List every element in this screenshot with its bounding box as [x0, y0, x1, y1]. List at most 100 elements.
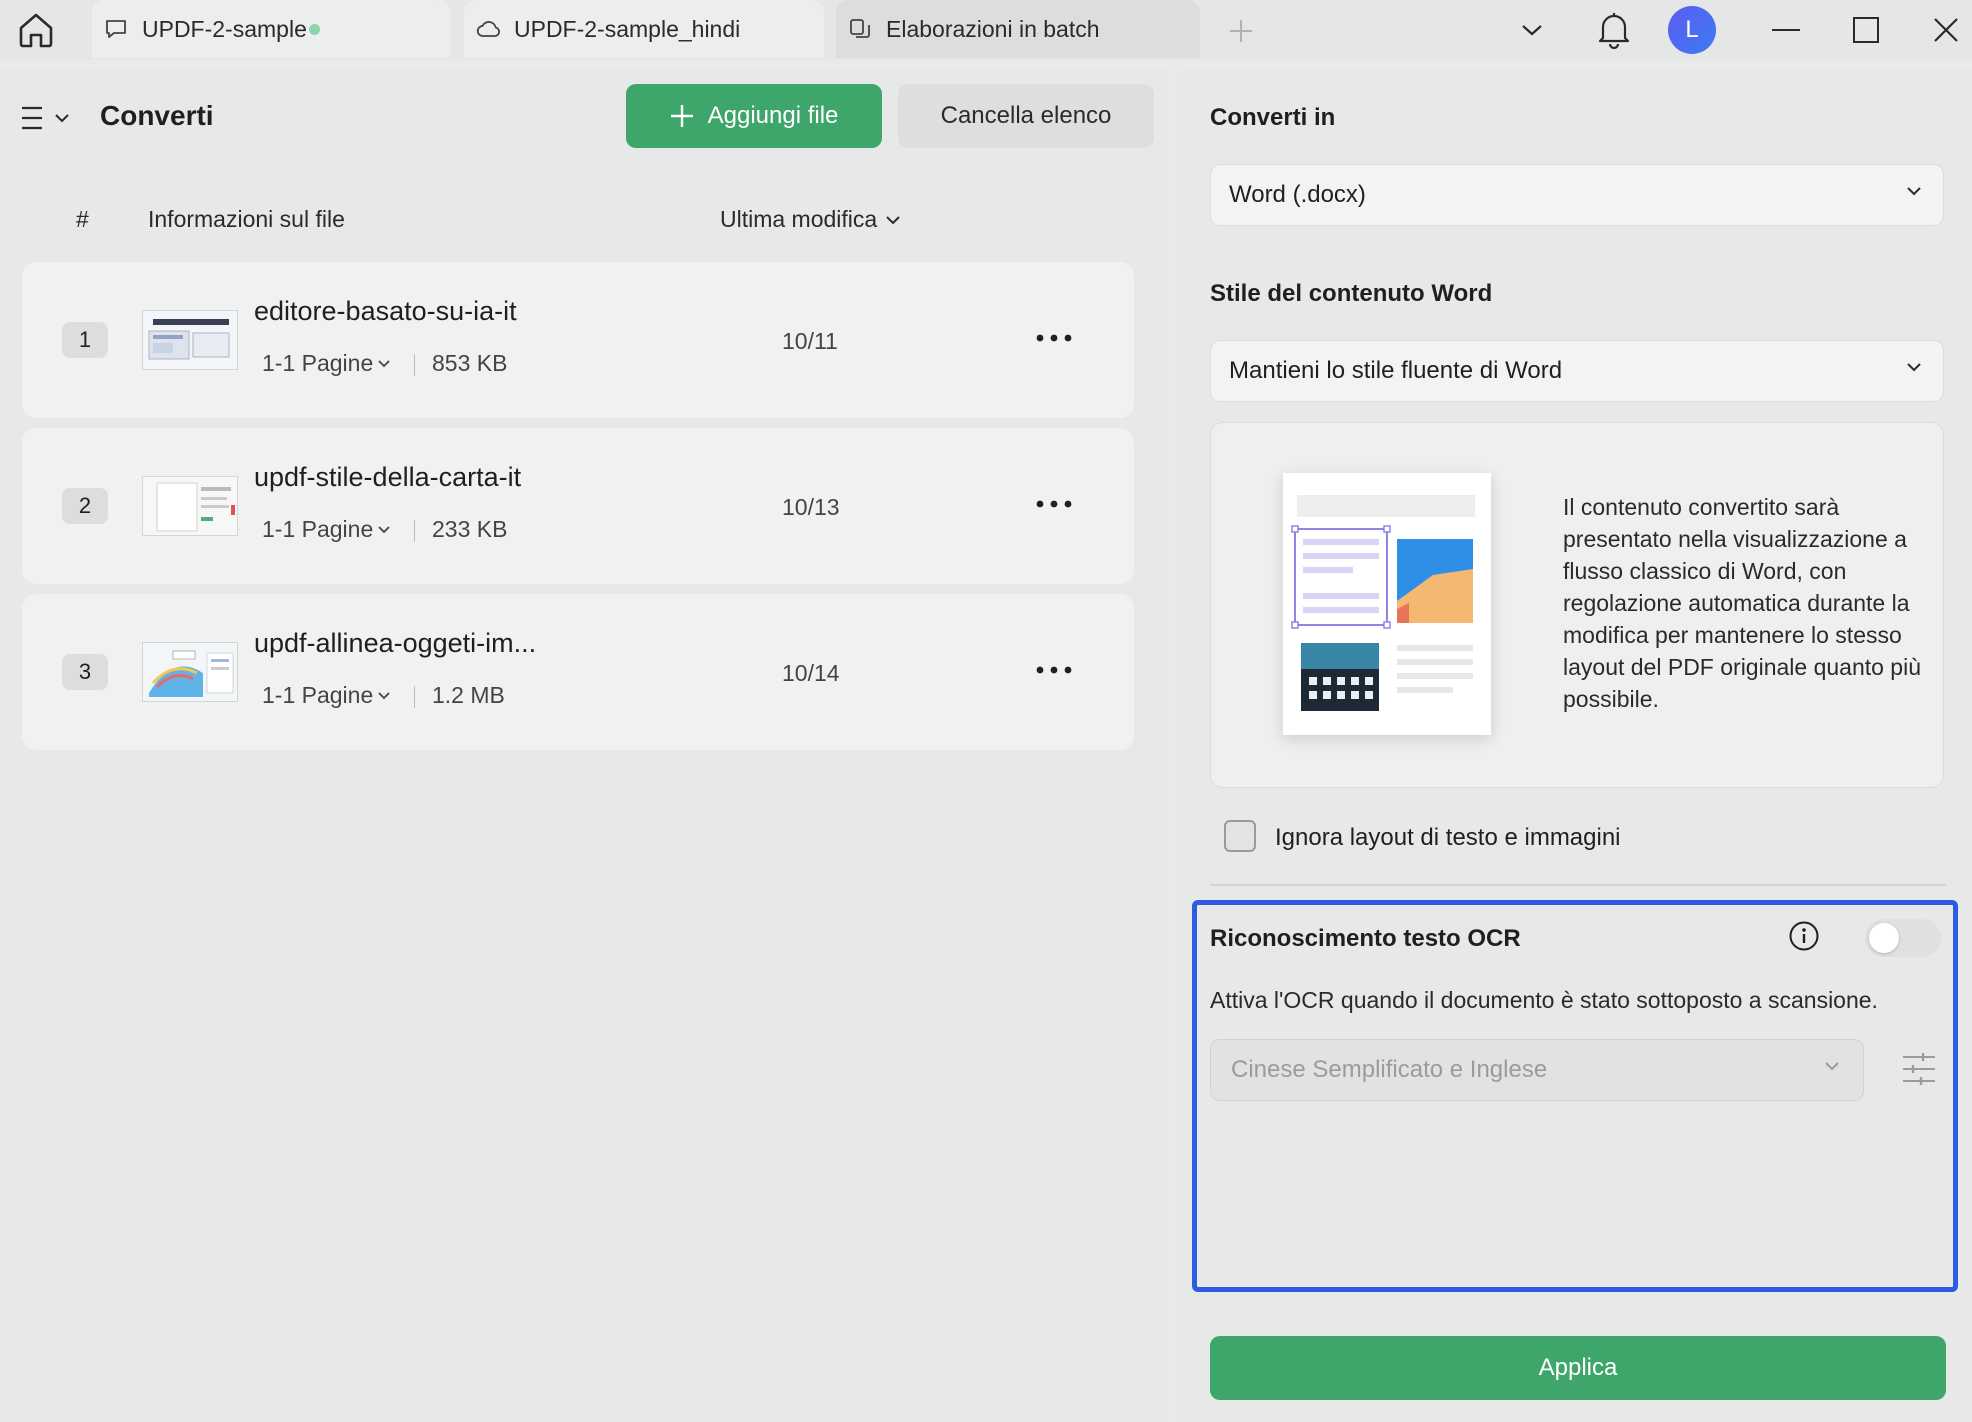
- more-horizontal-icon: [1036, 334, 1072, 342]
- more-horizontal-icon: [1036, 500, 1072, 508]
- page-range-dropdown[interactable]: 1-1 Pagine: [262, 682, 391, 709]
- page-range-dropdown[interactable]: 1-1 Pagine: [262, 350, 391, 377]
- word-style-select[interactable]: Mantieni lo stile fluente di Word: [1210, 340, 1944, 402]
- document-preview-illustration: [1283, 473, 1491, 735]
- file-row[interactable]: 1 editore-basato-su-ia-it 1-1 Pagine 853…: [22, 262, 1134, 418]
- ocr-toggle[interactable]: [1865, 919, 1941, 957]
- chevron-down-icon: [378, 692, 390, 700]
- notifications-button[interactable]: [1592, 10, 1636, 50]
- page-title: Converti: [100, 100, 214, 131]
- tab-list-dropdown[interactable]: [1510, 10, 1554, 50]
- more-options-button[interactable]: [1032, 652, 1076, 688]
- chevron-down-icon: [1825, 1062, 1839, 1071]
- ocr-settings-button[interactable]: [1897, 1047, 1941, 1091]
- chevron-down-icon: [378, 526, 390, 534]
- file-name: editore-basato-su-ia-it: [254, 296, 517, 326]
- ignore-layout-checkbox[interactable]: [1224, 820, 1256, 852]
- page-range-label: 1-1 Pagine: [262, 516, 374, 542]
- column-last-modified-sort[interactable]: Ultima modifica: [720, 206, 901, 233]
- minimize-button[interactable]: [1764, 10, 1808, 50]
- tab-batch[interactable]: Elaborazioni in batch: [836, 0, 1200, 58]
- separator: [414, 354, 415, 376]
- file-list-pane: Converti Aggiungi file Cancella elenco #…: [0, 68, 1168, 1422]
- tab-label: UPDF-2-sample_hindi: [514, 15, 741, 42]
- page-range-dropdown[interactable]: 1-1 Pagine: [262, 516, 391, 543]
- new-tab-button[interactable]: [1224, 14, 1258, 48]
- user-avatar[interactable]: L: [1668, 6, 1716, 54]
- style-description: Il contenuto convertito sarà presentato …: [1563, 494, 1922, 712]
- batch-icon: [848, 16, 874, 42]
- home-button[interactable]: [14, 10, 58, 50]
- ocr-info-button[interactable]: [1787, 919, 1821, 953]
- info-icon: [1789, 921, 1819, 951]
- tab-label: UPDF-2-sample: [142, 15, 307, 42]
- chevron-down-icon: [378, 360, 390, 368]
- ocr-description: Attiva l'OCR quando il documento è stato…: [1210, 987, 1878, 1013]
- divider: [1210, 884, 1946, 886]
- plus-icon: [670, 105, 693, 127]
- close-icon: [1934, 18, 1958, 42]
- file-row[interactable]: 2 updf-stile-della-carta-it 1-1 Pagine 2…: [22, 428, 1134, 584]
- add-files-button[interactable]: Aggiungi file: [626, 84, 882, 148]
- title-bar: UPDF-2-sample UPDF-2-sample_hindi Elabor…: [0, 0, 1972, 60]
- more-options-button[interactable]: [1032, 486, 1076, 522]
- style-preview-card: Il contenuto convertito sarà presentato …: [1210, 422, 1944, 788]
- toggle-knob: [1869, 923, 1899, 953]
- comment-icon: [104, 16, 130, 42]
- maximize-button[interactable]: [1844, 10, 1888, 50]
- cloud-icon: [476, 16, 502, 42]
- ignore-layout-label: Ignora layout di testo e immagini: [1275, 824, 1621, 851]
- row-number: 3: [62, 654, 108, 690]
- clear-list-button[interactable]: Cancella elenco: [898, 84, 1154, 148]
- file-date: 10/13: [782, 494, 840, 520]
- file-date: 10/14: [782, 660, 840, 686]
- word-style-value: Mantieni lo stile fluente di Word: [1229, 357, 1563, 384]
- row-number: 1: [62, 322, 108, 358]
- ocr-language-value: Cinese Semplificato e Inglese: [1231, 1056, 1548, 1083]
- close-window-button[interactable]: [1924, 10, 1968, 50]
- word-style-label: Stile del contenuto Word: [1210, 280, 1493, 307]
- output-format-select[interactable]: Word (.docx): [1210, 164, 1944, 226]
- file-size: 233 KB: [432, 516, 508, 542]
- ocr-language-select[interactable]: Cinese Semplificato e Inglese: [1210, 1039, 1864, 1101]
- file-size: 1.2 MB: [432, 682, 505, 708]
- file-thumbnail: [142, 476, 238, 536]
- conversion-settings-pane: Converti in Word (.docx) Stile del conte…: [1178, 68, 1972, 1422]
- ocr-section: Riconoscimento testo OCR Attiva l'OCR qu…: [1192, 900, 1958, 1292]
- ocr-title: Riconoscimento testo OCR: [1210, 925, 1521, 952]
- plus-icon: [1230, 20, 1252, 42]
- chevron-down-icon: [1522, 25, 1542, 36]
- more-options-button[interactable]: [1032, 320, 1076, 356]
- file-date: 10/11: [782, 328, 838, 354]
- sliders-icon: [1903, 1053, 1935, 1085]
- chevron-down-icon: [55, 114, 69, 123]
- separator: [414, 686, 415, 708]
- tab-updf-2-sample-hindi[interactable]: UPDF-2-sample_hindi: [464, 0, 824, 58]
- chevron-down-icon: [1907, 363, 1921, 372]
- file-name: updf-allinea-oggeti-im...: [254, 628, 537, 658]
- bell-icon: [1598, 13, 1630, 49]
- row-number: 2: [62, 488, 108, 524]
- convert-to-label: Converti in: [1210, 104, 1336, 131]
- separator: [414, 520, 415, 542]
- file-thumbnail: [142, 642, 238, 702]
- more-horizontal-icon: [1036, 666, 1072, 674]
- tab-updf-2-sample[interactable]: UPDF-2-sample: [92, 0, 450, 58]
- page-range-label: 1-1 Pagine: [262, 682, 374, 708]
- column-last-modified-label: Ultima modifica: [720, 206, 878, 232]
- menu-button[interactable]: [20, 100, 72, 136]
- column-number: #: [76, 206, 89, 232]
- chevron-down-icon: [886, 215, 900, 224]
- tab-label: Elaborazioni in batch: [886, 15, 1100, 42]
- file-size: 853 KB: [432, 350, 508, 376]
- home-icon: [19, 13, 53, 48]
- chevron-down-icon: [1907, 187, 1921, 196]
- minimize-icon: [1772, 29, 1800, 31]
- file-thumbnail: [142, 310, 238, 370]
- unsaved-indicator: [309, 24, 320, 35]
- hamburger-icon: [22, 106, 42, 130]
- file-row[interactable]: 3 updf-allinea-oggeti-im... 1-1 Pagine 1…: [22, 594, 1134, 750]
- column-file-info: Informazioni sul file: [148, 206, 345, 232]
- page-range-label: 1-1 Pagine: [262, 350, 374, 376]
- apply-button[interactable]: Applica: [1210, 1336, 1946, 1400]
